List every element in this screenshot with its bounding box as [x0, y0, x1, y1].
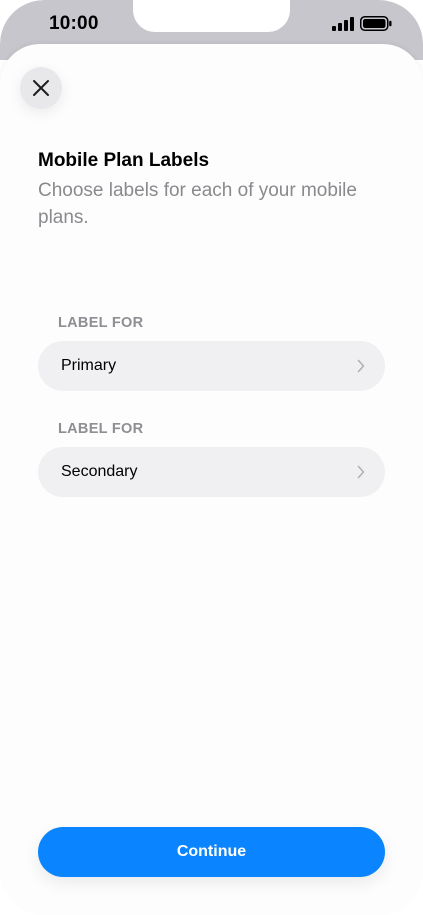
- battery-icon: [360, 16, 392, 31]
- status-time: 10:00: [49, 13, 99, 34]
- section-header-primary: LABEL FOR: [58, 315, 144, 331]
- secondary-label-row[interactable]: Secondary: [38, 447, 385, 497]
- close-button[interactable]: [20, 67, 62, 109]
- modal-sheet: Mobile Plan Labels Choose labels for eac…: [0, 44, 423, 915]
- notch: [133, 0, 290, 32]
- cellular-signal-icon: [332, 17, 354, 31]
- section-header-secondary: LABEL FOR: [58, 421, 144, 437]
- continue-button[interactable]: Continue: [38, 827, 385, 877]
- page-subtitle: Choose labels for each of your mobile pl…: [38, 180, 357, 228]
- page-title: Mobile Plan Labels: [38, 150, 210, 171]
- phone-screen: 10:00 Mobile Plan Labels Choose labels f…: [0, 0, 423, 915]
- primary-label-value: Primary: [61, 357, 117, 374]
- continue-button-label: Continue: [176, 843, 247, 860]
- chevron-right-icon: [357, 359, 365, 373]
- secondary-label-value: Secondary: [61, 463, 138, 480]
- primary-label-row[interactable]: Primary: [38, 341, 385, 391]
- chevron-right-icon: [357, 465, 365, 479]
- close-icon: [33, 80, 49, 96]
